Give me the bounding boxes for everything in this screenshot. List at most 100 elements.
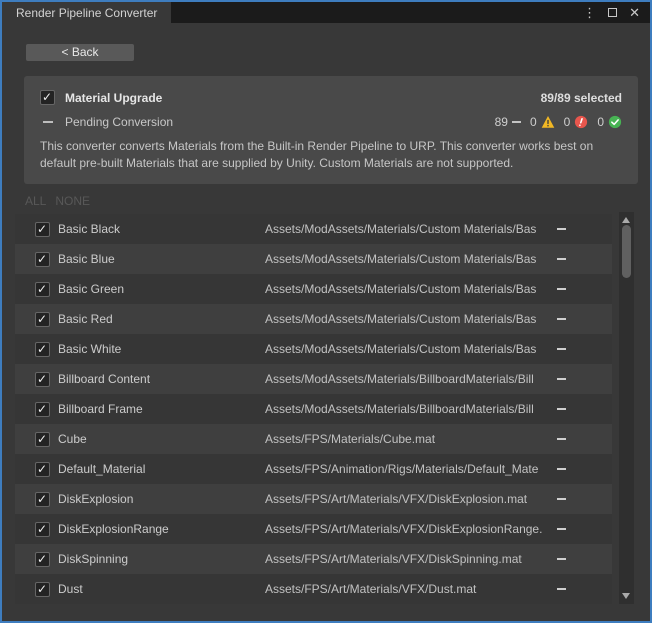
material-name: Cube: [58, 432, 265, 446]
material-name: Basic Black: [58, 222, 265, 236]
select-none-button[interactable]: NONE: [55, 194, 90, 208]
row-status-dash-icon: [557, 258, 566, 260]
table-row[interactable]: DiskSpinning Assets/FPS/Art/Materials/VF…: [15, 544, 612, 574]
material-path: Assets/FPS/Animation/Rigs/Materials/Defa…: [265, 462, 553, 476]
material-name: Default_Material: [58, 462, 265, 476]
material-name: Billboard Frame: [58, 402, 265, 416]
maximize-icon[interactable]: [608, 8, 617, 17]
row-status-dash-icon: [557, 528, 566, 530]
row-checkbox[interactable]: [35, 312, 50, 327]
row-status: [557, 408, 566, 410]
scroll-down-arrow-icon[interactable]: [622, 593, 630, 599]
converter-name: Material Upgrade: [65, 91, 162, 105]
converter-description: This converter converts Materials from t…: [40, 138, 622, 172]
row-checkbox[interactable]: [35, 342, 50, 357]
pending-status-dash-icon: [512, 121, 521, 123]
success-icon: [608, 115, 622, 129]
vertical-scrollbar[interactable]: [619, 212, 634, 604]
table-row[interactable]: Default_Material Assets/FPS/Animation/Ri…: [15, 454, 612, 484]
warning-count-group: 0: [530, 115, 555, 129]
table-row[interactable]: Basic Blue Assets/ModAssets/Materials/Cu…: [15, 244, 612, 274]
row-status-dash-icon: [557, 228, 566, 230]
selection-controls: ALL NONE: [25, 194, 650, 208]
material-name: Dust: [58, 582, 265, 596]
table-row[interactable]: DiskExplosion Assets/FPS/Art/Materials/V…: [15, 484, 612, 514]
material-path: Assets/FPS/Art/Materials/VFX/DiskExplosi…: [265, 522, 553, 536]
material-name: Basic Red: [58, 312, 265, 326]
material-name: DiskExplosion: [58, 492, 265, 506]
material-path: Assets/FPS/Art/Materials/VFX/DiskSpinnin…: [265, 552, 553, 566]
row-checkbox[interactable]: [35, 402, 50, 417]
row-status-dash-icon: [557, 378, 566, 380]
row-checkbox[interactable]: [35, 582, 50, 597]
row-status-dash-icon: [557, 318, 566, 320]
warning-icon: [541, 115, 555, 129]
table-row[interactable]: Basic Red Assets/ModAssets/Materials/Cus…: [15, 304, 612, 334]
warning-count: 0: [530, 115, 537, 129]
window-tab-bar: Render Pipeline Converter ⋮ ✕: [2, 2, 650, 23]
table-row[interactable]: Basic Black Assets/ModAssets/Materials/C…: [15, 214, 612, 244]
row-status: [557, 228, 566, 230]
material-path: Assets/ModAssets/Materials/BillboardMate…: [265, 402, 553, 416]
table-row[interactable]: DiskExplosionRange Assets/FPS/Art/Materi…: [15, 514, 612, 544]
pending-conversion-row[interactable]: Pending Conversion 89 0 0: [40, 115, 622, 129]
material-name: Basic Green: [58, 282, 265, 296]
row-checkbox[interactable]: [35, 492, 50, 507]
table-row[interactable]: Basic Green Assets/ModAssets/Materials/C…: [15, 274, 612, 304]
back-button[interactable]: < Back: [25, 43, 135, 62]
row-status-dash-icon: [557, 408, 566, 410]
row-checkbox[interactable]: [35, 522, 50, 537]
pending-label: Pending Conversion: [65, 115, 173, 129]
table-row[interactable]: Basic White Assets/ModAssets/Materials/C…: [15, 334, 612, 364]
row-checkbox[interactable]: [35, 252, 50, 267]
row-checkbox[interactable]: [35, 552, 50, 567]
render-pipeline-converter-window: Render Pipeline Converter ⋮ ✕ < Back Mat…: [0, 0, 652, 623]
row-status: [557, 468, 566, 470]
row-status-dash-icon: [557, 498, 566, 500]
row-status: [557, 588, 566, 590]
row-checkbox[interactable]: [35, 462, 50, 477]
row-checkbox[interactable]: [35, 432, 50, 447]
row-status: [557, 318, 566, 320]
table-row[interactable]: Billboard Content Assets/ModAssets/Mater…: [15, 364, 612, 394]
window-controls: ⋮ ✕: [583, 2, 650, 23]
material-list: Basic Black Assets/ModAssets/Materials/C…: [2, 214, 650, 604]
table-row[interactable]: Cube Assets/FPS/Materials/Cube.mat: [15, 424, 612, 454]
pending-count-group: 89: [495, 115, 521, 129]
kebab-menu-icon[interactable]: ⋮: [583, 6, 596, 19]
row-status: [557, 288, 566, 290]
row-status: [557, 258, 566, 260]
error-icon: [574, 115, 588, 129]
material-path: Assets/ModAssets/Materials/BillboardMate…: [265, 372, 553, 386]
row-status: [557, 498, 566, 500]
row-status-dash-icon: [557, 468, 566, 470]
row-status: [557, 378, 566, 380]
tab-render-pipeline-converter[interactable]: Render Pipeline Converter: [2, 2, 171, 23]
row-status: [557, 528, 566, 530]
row-checkbox[interactable]: [35, 372, 50, 387]
error-count-group: 0: [564, 115, 589, 129]
converter-header-row: Material Upgrade 89/89 selected: [40, 90, 622, 105]
row-status: [557, 348, 566, 350]
material-path: Assets/ModAssets/Materials/Custom Materi…: [265, 282, 553, 296]
error-count: 0: [564, 115, 571, 129]
selected-count: 89/89 selected: [541, 91, 622, 105]
row-checkbox[interactable]: [35, 282, 50, 297]
converter-checkbox[interactable]: [40, 90, 55, 105]
material-name: Billboard Content: [58, 372, 265, 386]
table-row[interactable]: Dust Assets/FPS/Art/Materials/VFX/Dust.m…: [15, 574, 612, 604]
success-count-group: 0: [597, 115, 622, 129]
material-path: Assets/FPS/Materials/Cube.mat: [265, 432, 553, 446]
row-checkbox[interactable]: [35, 222, 50, 237]
pending-count: 89: [495, 115, 508, 129]
row-status-dash-icon: [557, 588, 566, 590]
row-status-dash-icon: [557, 348, 566, 350]
material-name: Basic White: [58, 342, 265, 356]
material-path: Assets/FPS/Art/Materials/VFX/DiskExplosi…: [265, 492, 553, 506]
close-icon[interactable]: ✕: [629, 6, 640, 19]
select-all-button[interactable]: ALL: [25, 194, 46, 208]
table-row[interactable]: Billboard Frame Assets/ModAssets/Materia…: [15, 394, 612, 424]
status-counts: 89 0 0: [495, 115, 622, 129]
scrollbar-thumb[interactable]: [622, 225, 631, 278]
scroll-up-arrow-icon[interactable]: [622, 217, 630, 223]
